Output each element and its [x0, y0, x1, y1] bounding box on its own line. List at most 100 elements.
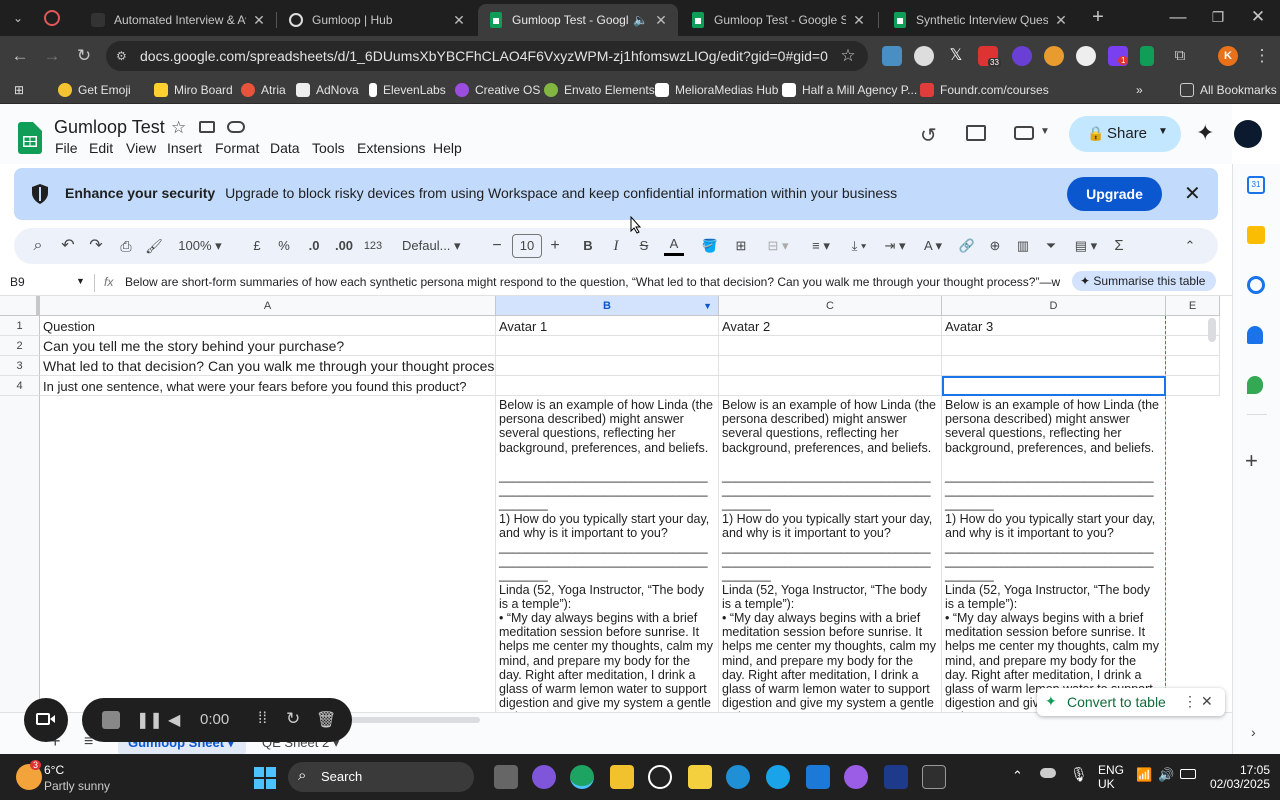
gemini-sparkle-icon[interactable]: ✦	[1196, 120, 1214, 146]
menu-data[interactable]: Data	[270, 140, 300, 156]
apps-grid-icon[interactable]: ⊞	[14, 80, 24, 100]
number-format-button[interactable]: 123	[362, 236, 384, 256]
cell-a1[interactable]: Question	[40, 316, 496, 336]
keep-icon[interactable]	[1247, 226, 1265, 244]
text-wrapping-icon[interactable]: ⇥ ▾	[880, 236, 910, 256]
wifi-icon[interactable]: 📶	[1136, 767, 1152, 783]
increase-font-size-button[interactable]: +	[548, 236, 562, 256]
row-header-2[interactable]: 2	[0, 336, 40, 356]
app-icon[interactable]	[648, 765, 672, 789]
minimize-window-button[interactable]: —	[1166, 5, 1190, 29]
bookmark-melioramedias-hub[interactable]: MelioraMedias Hub	[655, 80, 778, 100]
cell-b2[interactable]	[496, 336, 719, 356]
onedrive-icon[interactable]	[1040, 768, 1056, 778]
edge-icon[interactable]	[726, 765, 750, 789]
row-header-3[interactable]: 3	[0, 356, 40, 376]
bookmark-half-a-mill[interactable]: Half a Mill Agency P...	[782, 80, 917, 100]
more-bookmarks-chevron-icon[interactable]: »	[1136, 80, 1143, 100]
convert-to-table-chip[interactable]: ✦ Convert to table ⋮ ✕	[1037, 688, 1225, 716]
formula-input[interactable]: Below are short-form summaries of how ea…	[125, 275, 1060, 289]
insert-link-icon[interactable]: 🔗	[958, 236, 976, 256]
cell-e3[interactable]	[1166, 356, 1220, 376]
extension-icon[interactable]	[1076, 46, 1096, 66]
close-tab-icon[interactable]: ✕	[654, 12, 668, 29]
column-header-d[interactable]: D	[942, 296, 1166, 316]
column-header-c[interactable]: C	[719, 296, 942, 316]
forward-button[interactable]: →	[40, 44, 64, 68]
font-family-select[interactable]: Defaul... ▾	[402, 236, 474, 256]
extension-icon[interactable]: 1	[1108, 46, 1129, 66]
filter-views-icon[interactable]: ▤ ▾	[1070, 236, 1102, 256]
borders-icon[interactable]: ⊞	[732, 236, 750, 256]
battery-icon[interactable]	[1180, 769, 1196, 779]
cell-c5[interactable]: Below is an example of how Linda (the pe…	[719, 396, 942, 712]
rewind-icon[interactable]: ◀	[168, 710, 180, 730]
restart-icon[interactable]: ↻	[286, 709, 300, 729]
comments-icon[interactable]	[966, 125, 986, 141]
functions-icon[interactable]: Σ	[1110, 236, 1128, 256]
extension-icon[interactable]	[1140, 46, 1154, 66]
bookmark-atria[interactable]: Atria	[241, 80, 286, 100]
cell-d5[interactable]: Below is an example of how Linda (the pe…	[942, 396, 1166, 712]
insert-chart-icon[interactable]: ▥	[1014, 236, 1032, 256]
sheets-logo-icon[interactable]	[18, 122, 42, 154]
decrease-decimal-button[interactable]: .0	[304, 236, 324, 256]
back-button[interactable]: ←	[8, 44, 32, 68]
redo-icon[interactable]: ↷	[86, 236, 106, 256]
strikethrough-icon[interactable]: S	[636, 236, 652, 256]
show-side-panel-chevron-icon[interactable]: ›	[1251, 724, 1256, 740]
hide-menus-chevron-icon[interactable]: ⌃	[1180, 236, 1200, 256]
italic-icon[interactable]: I	[608, 236, 624, 256]
insert-comment-icon[interactable]: ⊕	[986, 236, 1004, 256]
menu-file[interactable]: File	[55, 140, 78, 156]
text-color-icon[interactable]: A	[664, 236, 684, 256]
cell-d1[interactable]: Avatar 3	[942, 316, 1166, 336]
calendar-icon[interactable]: 31	[1247, 176, 1265, 194]
cell-a4[interactable]: In just one sentence, what were your fea…	[40, 376, 496, 396]
system-clock[interactable]: 17:05 02/03/2025	[1208, 763, 1270, 791]
move-folder-icon[interactable]	[199, 121, 215, 133]
close-tab-icon[interactable]: ✕	[452, 12, 466, 29]
delete-trash-icon[interactable]: 🗑	[316, 710, 336, 730]
currency-format-button[interactable]: £	[250, 236, 264, 256]
new-tab-button[interactable]: +	[1086, 5, 1110, 29]
bookmark-foundr-courses[interactable]: Foundr.com/courses	[920, 80, 1049, 100]
zoom-select[interactable]: 100% ▾	[172, 236, 228, 256]
bookmark-get-emoji[interactable]: Get Emoji	[58, 80, 131, 100]
share-dropdown-icon[interactable]: ▼	[1158, 126, 1168, 137]
camera-toggle-button[interactable]	[24, 698, 68, 742]
chrome-icon[interactable]	[570, 765, 594, 789]
cell-b4[interactable]	[496, 376, 719, 396]
cell-a2[interactable]: Can you tell me the story behind your pu…	[40, 336, 496, 356]
tasks-icon[interactable]	[1247, 276, 1265, 294]
microphone-icon[interactable]: 🎙	[1070, 766, 1088, 783]
weather-temp[interactable]: 6°C	[44, 763, 64, 777]
bookmark-adnova[interactable]: AdNova	[296, 80, 359, 100]
bookmark-envato-elements[interactable]: Envato Elements	[544, 80, 655, 100]
extension-icon[interactable]: 33	[978, 46, 1001, 67]
horizontal-align-icon[interactable]: ≡ ▾	[806, 236, 836, 256]
profile-avatar[interactable]: K	[1218, 46, 1238, 66]
skype-icon[interactable]	[806, 765, 830, 789]
calculator-icon[interactable]	[922, 765, 946, 789]
tab-search-button[interactable]: ⌄	[6, 6, 30, 30]
browser-tab-5[interactable]: Synthetic Interview Questions ✕	[882, 4, 1078, 36]
menu-view[interactable]: View	[126, 140, 156, 156]
cell-c2[interactable]	[719, 336, 942, 356]
extensions-puzzle-icon[interactable]: ⧉	[1168, 44, 1192, 68]
taskbar-search-box[interactable]: ⌕ Search	[288, 762, 474, 792]
close-tab-icon[interactable]: ✕	[1054, 12, 1068, 29]
reload-button[interactable]: ↻	[72, 44, 96, 68]
cell-e4[interactable]	[1166, 376, 1220, 396]
vertical-scrollbar[interactable]	[1208, 318, 1216, 342]
tray-overflow-chevron-icon[interactable]: ⌃	[1012, 768, 1023, 784]
extension-icon[interactable]	[882, 46, 902, 66]
close-tab-icon[interactable]: ✕	[852, 12, 866, 29]
star-icon[interactable]: ☆	[171, 118, 186, 138]
contacts-icon[interactable]	[1247, 326, 1263, 344]
increase-decimal-button[interactable]: .00	[332, 236, 356, 256]
menu-tools[interactable]: Tools	[312, 140, 345, 156]
column-header-b[interactable]: B ▼	[496, 296, 719, 316]
column-header-e[interactable]: E	[1166, 296, 1220, 316]
browser-tab-1[interactable]: Automated Interview & Avatar ✕	[80, 4, 276, 36]
